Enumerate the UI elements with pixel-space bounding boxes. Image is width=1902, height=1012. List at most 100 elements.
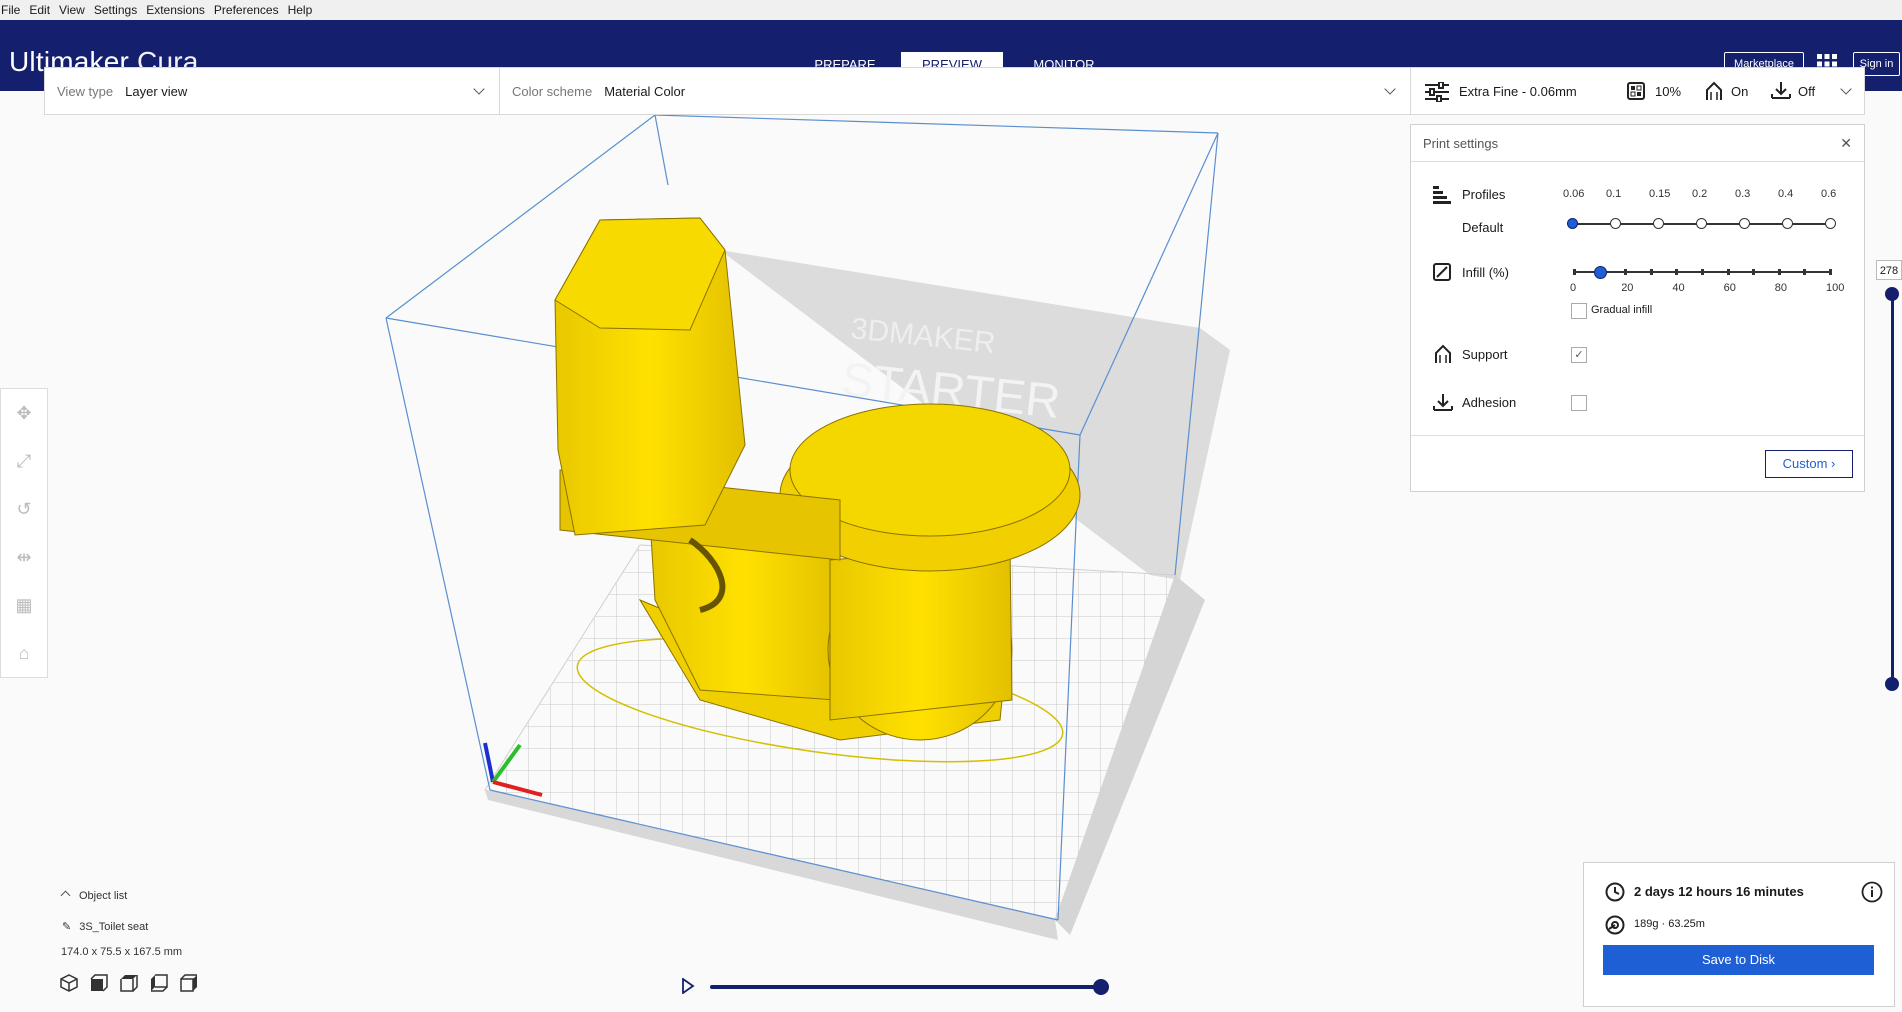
sliders-icon: [1425, 81, 1449, 105]
profile-tick-label: 0.6: [1821, 188, 1837, 200]
menu-file[interactable]: File: [1, 3, 20, 17]
material-usage: 189g · 63.25m: [1634, 918, 1705, 930]
simulation-slider[interactable]: [710, 985, 1100, 989]
rotate-icon[interactable]: ↺: [13, 498, 35, 520]
chevron-up-icon: [60, 890, 71, 901]
custom-button-label: Custom: [1782, 456, 1828, 471]
profile-tick-label: 0.2: [1692, 188, 1708, 200]
view-right-icon[interactable]: [180, 974, 198, 997]
infill-tick-label: 40: [1672, 282, 1685, 294]
infill-tick-mark: [1573, 269, 1576, 275]
adhesion-icon: [1433, 393, 1453, 418]
infill-tick-mark: [1829, 269, 1832, 275]
spool-icon: [1605, 915, 1625, 940]
view-type-value: Layer view: [125, 83, 188, 99]
infill-summary: 10%: [1655, 83, 1682, 99]
profile-tick-label: 0.1: [1606, 188, 1622, 200]
infill-slider-handle[interactable]: [1593, 266, 1607, 279]
adhesion-summary: Off: [1798, 83, 1816, 99]
infill-icon: [1627, 82, 1645, 103]
menu-help[interactable]: Help: [288, 3, 313, 17]
support-blocker-icon[interactable]: ⌂: [13, 642, 35, 664]
menu-bar: File Edit View Settings Extensions Prefe…: [0, 0, 1902, 20]
profiles-icon: [1433, 186, 1451, 209]
infill-icon: [1433, 263, 1451, 286]
view-left-icon[interactable]: [150, 974, 168, 997]
infill-tick-label: 60: [1723, 282, 1736, 294]
object-item[interactable]: ✎ 3S_Toilet seat: [62, 920, 148, 933]
chevron-down-icon: [1840, 83, 1852, 95]
profile-option[interactable]: [1782, 218, 1793, 229]
color-scheme-value: Material Color: [604, 83, 686, 99]
profile-default-label: Default: [1462, 220, 1504, 235]
profile-option[interactable]: [1610, 218, 1621, 229]
per-model-settings-icon[interactable]: ▦: [13, 594, 35, 616]
profile-option[interactable]: [1696, 218, 1707, 229]
support-checkbox[interactable]: ✓: [1571, 347, 1587, 363]
infill-tick-label: 100: [1826, 282, 1845, 294]
custom-button[interactable]: Custom ›: [1765, 450, 1853, 478]
profile-tick-label: 0.06: [1563, 188, 1585, 200]
menu-edit[interactable]: Edit: [29, 3, 50, 17]
clock-icon: [1605, 882, 1625, 907]
menu-view[interactable]: View: [59, 3, 85, 17]
menu-extensions[interactable]: Extensions: [146, 3, 205, 17]
close-icon[interactable]: ✕: [1840, 135, 1852, 152]
view-type-label: View type: [57, 83, 114, 99]
infill-tick-mark: [1675, 269, 1679, 275]
infill-tick-label: 0: [1570, 282, 1577, 294]
profile-option[interactable]: [1567, 218, 1578, 229]
gradual-infill-checkbox[interactable]: [1571, 303, 1587, 319]
info-icon[interactable]: [1861, 881, 1883, 908]
infill-tick-mark: [1649, 269, 1653, 275]
profile-summary: Extra Fine - 0.06mm: [1459, 83, 1577, 99]
chevron-down-icon: [1384, 83, 1396, 95]
infill-tick-mark: [1624, 269, 1628, 275]
color-scheme-label: Color scheme: [512, 83, 593, 99]
view-top-icon[interactable]: [120, 974, 138, 997]
menu-preferences[interactable]: Preferences: [214, 3, 279, 17]
print-settings-title: Print settings: [1423, 135, 1499, 151]
support-icon: [1704, 81, 1724, 104]
layer-number-field[interactable]: 278: [1876, 260, 1902, 280]
chevron-down-icon: [473, 83, 485, 95]
infill-tick-mark: [1701, 269, 1704, 275]
color-scheme-selector[interactable]: Color scheme Material Color: [499, 67, 1411, 115]
infill-tick-label: 20: [1621, 282, 1634, 294]
profile-option[interactable]: [1653, 218, 1664, 229]
profile-tick-label: 0.3: [1735, 188, 1751, 200]
print-settings-summary[interactable]: Extra Fine - 0.06mm 10% On Off: [1410, 67, 1865, 115]
infill-tick-mark: [1803, 269, 1807, 275]
profile-tick-label: 0.4: [1778, 188, 1794, 200]
infill-tick-mark: [1777, 269, 1781, 275]
simulation-slider-handle[interactable]: [1093, 979, 1109, 995]
layer-slider[interactable]: [1891, 290, 1894, 686]
profile-option[interactable]: [1825, 218, 1836, 229]
print-settings-panel: Print settings ✕ Profiles Default Infill…: [1410, 124, 1865, 492]
move-icon[interactable]: ✥: [13, 402, 35, 424]
gradual-infill-label: Gradual infill: [1591, 304, 1653, 316]
view-type-selector[interactable]: View type Layer view: [44, 67, 500, 115]
layer-slider-bottom-handle[interactable]: [1885, 677, 1899, 691]
adhesion-checkbox[interactable]: [1571, 395, 1587, 411]
play-icon[interactable]: [681, 977, 695, 999]
layer-slider-top-handle[interactable]: [1885, 287, 1899, 301]
support-label: Support: [1462, 347, 1508, 362]
infill-tick-mark: [1726, 269, 1730, 275]
print-duration: 2 days 12 hours 16 minutes: [1634, 884, 1804, 899]
object-list-toggle[interactable]: Object list: [60, 890, 128, 902]
mirror-icon[interactable]: ⇹: [13, 546, 35, 568]
scale-icon[interactable]: ⤢: [13, 450, 35, 472]
object-list-label: Object list: [79, 890, 128, 902]
menu-settings[interactable]: Settings: [94, 3, 137, 17]
adhesion-label: Adhesion: [1462, 395, 1517, 410]
save-to-disk-button[interactable]: Save to Disk: [1603, 945, 1874, 975]
infill-tick-mark: [1752, 269, 1756, 275]
view-front-icon[interactable]: [90, 974, 108, 997]
support-summary: On: [1731, 83, 1749, 99]
left-toolbar: ✥ ⤢ ↺ ⇹ ▦ ⌂: [0, 388, 48, 678]
profile-option[interactable]: [1739, 218, 1750, 229]
infill-label: Infill (%): [1462, 265, 1509, 280]
view-3d-icon[interactable]: [60, 974, 78, 997]
infill-tick-label: 80: [1774, 282, 1788, 294]
